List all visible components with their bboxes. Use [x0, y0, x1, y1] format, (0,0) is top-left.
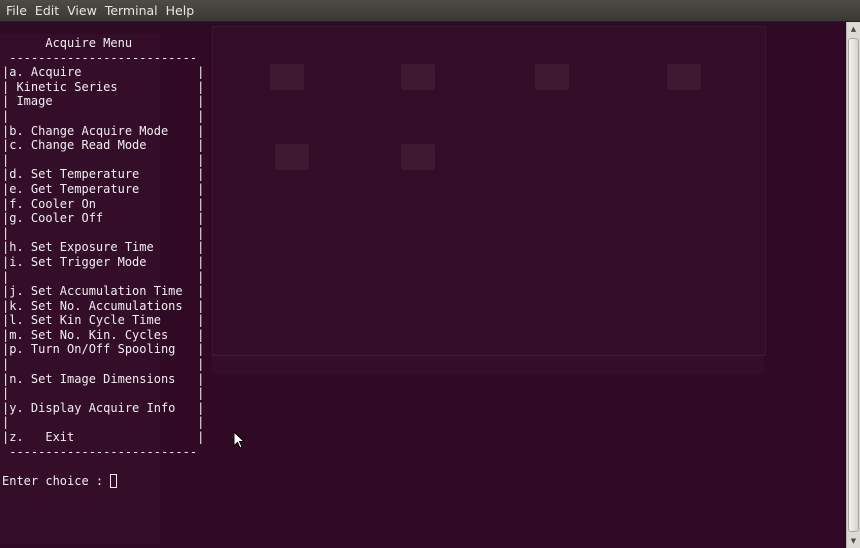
- terminal-line: |i. Set Trigger Mode |: [2, 254, 205, 269]
- scroll-up-arrow-icon[interactable]: ▲: [847, 22, 860, 36]
- terminal-line: |c. Change Read Mode |: [2, 138, 205, 153]
- enter-choice-prompt: Enter choice :: [2, 474, 111, 488]
- terminal-line: |k. Set No. Accumulations |: [2, 298, 205, 313]
- terminal-line: |y. Display Acquire Info |: [2, 400, 205, 415]
- scroll-thumb[interactable]: [848, 38, 859, 532]
- terminal-line: |f. Cooler On |: [2, 196, 205, 211]
- terminal-line: |l. Set Kin Cycle Time |: [2, 313, 205, 328]
- menu-terminal[interactable]: Terminal: [101, 3, 162, 18]
- acquire-menu-output: Acquire Menu -------------------------- …: [2, 36, 204, 459]
- menu-view[interactable]: View: [63, 3, 101, 18]
- menu-bar: File Edit View Terminal Help: [0, 0, 860, 22]
- terminal-line: |p. Turn On/Off Spooling |: [2, 342, 205, 357]
- mouse-pointer-icon: [233, 431, 246, 449]
- vertical-scrollbar[interactable]: ▲ ▼: [846, 22, 860, 548]
- terminal-area[interactable]: Acquire Menu -------------------------- …: [0, 22, 846, 548]
- terminal-line: | |: [2, 108, 205, 123]
- terminal-line: |h. Set Exposure Time |: [2, 240, 205, 255]
- terminal-line: --------------------------: [9, 444, 198, 459]
- menu-edit[interactable]: Edit: [31, 3, 63, 18]
- terminal-line: |z. Exit |: [2, 430, 205, 445]
- terminal-line: |a. Acquire |: [2, 65, 205, 80]
- text-cursor: [110, 474, 118, 488]
- terminal-line: | |: [2, 357, 205, 372]
- terminal-line: | |: [2, 269, 205, 284]
- terminal-line: |j. Set Accumulation Time |: [2, 284, 205, 299]
- terminal-line: |e. Get Temperature |: [2, 181, 205, 196]
- menu-file[interactable]: File: [2, 3, 31, 18]
- terminal-line: | |: [2, 225, 205, 240]
- terminal-line: |d. Set Temperature |: [2, 167, 205, 182]
- scroll-down-arrow-icon[interactable]: ▼: [847, 534, 860, 548]
- terminal-line: | Kinetic Series |: [2, 79, 205, 94]
- terminal-line: --------------------------: [9, 50, 198, 65]
- terminal-line: |n. Set Image Dimensions |: [2, 371, 205, 386]
- terminal-line: |m. Set No. Kin. Cycles |: [2, 327, 205, 342]
- terminal-line: | Image |: [2, 94, 205, 109]
- terminal-line: | |: [2, 152, 205, 167]
- terminal-line: | |: [2, 386, 205, 401]
- terminal-line: Acquire Menu: [45, 36, 133, 50]
- terminal-line: | |: [2, 415, 205, 430]
- menu-help[interactable]: Help: [162, 3, 199, 18]
- terminal-line: |g. Cooler Off |: [2, 211, 205, 226]
- prompt-line[interactable]: Enter choice :: [2, 474, 118, 489]
- terminal-line: |b. Change Acquire Mode |: [2, 123, 205, 138]
